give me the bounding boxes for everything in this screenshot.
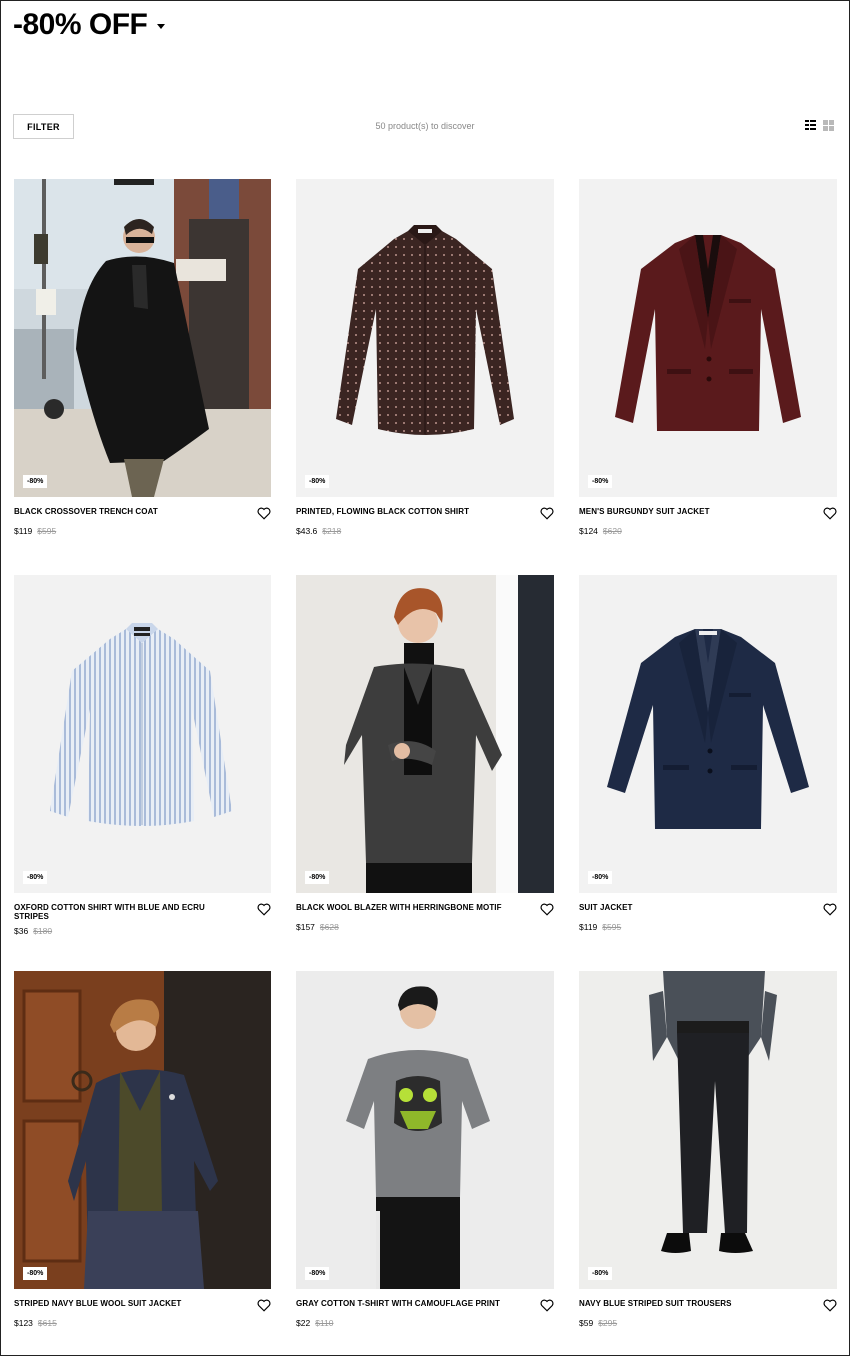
original-price: $628: [319, 922, 339, 932]
original-price: $615: [37, 1318, 57, 1328]
product-name[interactable]: PRINTED, FLOWING BLACK COTTON SHIRT: [296, 507, 506, 516]
heart-icon[interactable]: [540, 507, 554, 520]
product-photo: [336, 225, 514, 435]
discount-badge: -80%: [305, 475, 330, 488]
product-image[interactable]: -80%: [579, 179, 837, 497]
product-card[interactable]: -80% SUIT JACKET $119 $595: [579, 575, 837, 971]
product-name[interactable]: BLACK WOOL BLAZER WITH HERRINGBONE MOTIF: [296, 903, 506, 912]
sale-price: $22: [296, 1318, 311, 1328]
sale-price: $124: [579, 526, 598, 536]
product-card[interactable]: -80% GRAY COTTON T-SHIRT WITH CAMOUFLAGE…: [296, 971, 554, 1356]
product-image[interactable]: -80%: [14, 971, 271, 1289]
discount-badge: -80%: [305, 1267, 330, 1280]
page-title[interactable]: -80% OFF: [13, 8, 166, 42]
discount-badge: -80%: [588, 475, 613, 488]
product-photo: [14, 179, 271, 497]
heart-icon[interactable]: [257, 903, 271, 916]
product-name[interactable]: GRAY COTTON T-SHIRT WITH CAMOUFLAGE PRIN…: [296, 1299, 506, 1308]
product-image[interactable]: -80%: [579, 971, 837, 1289]
heart-icon[interactable]: [257, 507, 271, 520]
product-photo: [615, 235, 801, 431]
list-view-icon[interactable]: [805, 120, 816, 131]
sale-price: $123: [14, 1318, 33, 1328]
discount-badge: -80%: [588, 871, 613, 884]
page-title-text: -80% OFF: [13, 8, 148, 41]
caret-down-icon[interactable]: [157, 23, 166, 29]
product-image[interactable]: -80%: [296, 971, 554, 1289]
product-card[interactable]: -80% BLACK WOOL BLAZER WITH HERRINGBONE …: [296, 575, 554, 971]
product-count: 50 product(s) to discover: [375, 121, 475, 131]
product-image[interactable]: -80%: [14, 575, 271, 893]
product-name[interactable]: STRIPED NAVY BLUE WOOL SUIT JACKET: [14, 1299, 224, 1308]
discount-badge: -80%: [23, 871, 48, 884]
product-price: $43.6 $218: [296, 526, 341, 536]
original-price: $620: [602, 526, 622, 536]
product-photo: [296, 575, 554, 893]
product-name[interactable]: OXFORD COTTON SHIRT WITH BLUE AND ECRU S…: [14, 903, 224, 921]
product-photo: [579, 971, 837, 1289]
original-price: $595: [37, 526, 57, 536]
product-name[interactable]: MEN'S BURGUNDY SUIT JACKET: [579, 507, 789, 516]
heart-icon[interactable]: [823, 507, 837, 520]
sale-price: $119: [14, 526, 33, 536]
product-card[interactable]: -80% BLACK CROSSOVER TRENCH COAT $119 $5…: [14, 179, 271, 575]
sale-price: $157: [296, 922, 315, 932]
heart-icon[interactable]: [540, 903, 554, 916]
product-photo: [14, 971, 271, 1289]
sale-price: $119: [579, 922, 598, 932]
discount-badge: -80%: [588, 1267, 613, 1280]
product-name[interactable]: BLACK CROSSOVER TRENCH COAT: [14, 507, 224, 516]
heart-icon[interactable]: [823, 1299, 837, 1312]
discount-badge: -80%: [23, 1267, 48, 1280]
heart-icon[interactable]: [823, 903, 837, 916]
product-card[interactable]: -80% NAVY BLUE STRIPED SUIT TROUSERS $59…: [579, 971, 837, 1356]
discount-badge: -80%: [305, 871, 330, 884]
discount-badge: -80%: [23, 475, 48, 488]
product-image[interactable]: -80%: [296, 575, 554, 893]
product-price: $123 $615: [14, 1318, 57, 1328]
product-name[interactable]: NAVY BLUE STRIPED SUIT TROUSERS: [579, 1299, 789, 1308]
view-toggle: [805, 120, 834, 131]
product-price: $36 $180: [14, 926, 52, 936]
original-price: $595: [602, 922, 622, 932]
product-price: $124 $620: [579, 526, 622, 536]
product-image[interactable]: -80%: [296, 179, 554, 497]
product-price: $157 $628: [296, 922, 339, 932]
product-photo: [296, 971, 554, 1289]
product-card[interactable]: -80% MEN'S BURGUNDY SUIT JACKET $124 $62…: [579, 179, 837, 575]
product-photo: [50, 623, 232, 826]
product-name[interactable]: SUIT JACKET: [579, 903, 789, 912]
sale-price: $36: [14, 926, 29, 936]
product-price: $59 $295: [579, 1318, 617, 1328]
original-price: $218: [322, 526, 342, 536]
sale-price: $43.6: [296, 526, 318, 536]
product-image[interactable]: -80%: [14, 179, 271, 497]
product-price: $119 $595: [14, 526, 56, 536]
product-card[interactable]: -80% OXFORD COTTON SHIRT WITH BLUE AND E…: [14, 575, 271, 971]
original-price: $295: [598, 1318, 618, 1328]
original-price: $110: [315, 1318, 334, 1328]
original-price: $180: [33, 926, 53, 936]
product-card[interactable]: -80% STRIPED NAVY BLUE WOOL SUIT JACKET …: [14, 971, 271, 1356]
sale-price: $59: [579, 1318, 594, 1328]
product-photo: [607, 629, 809, 829]
product-price: $22 $110: [296, 1318, 333, 1328]
heart-icon[interactable]: [257, 1299, 271, 1312]
product-image[interactable]: -80%: [579, 575, 837, 893]
product-price: $119 $595: [579, 922, 621, 932]
product-card[interactable]: -80% PRINTED, FLOWING BLACK COTTON SHIRT…: [296, 179, 554, 575]
heart-icon[interactable]: [540, 1299, 554, 1312]
grid-view-icon[interactable]: [823, 120, 834, 131]
product-grid: -80% BLACK CROSSOVER TRENCH COAT $119 $5…: [14, 179, 837, 1356]
